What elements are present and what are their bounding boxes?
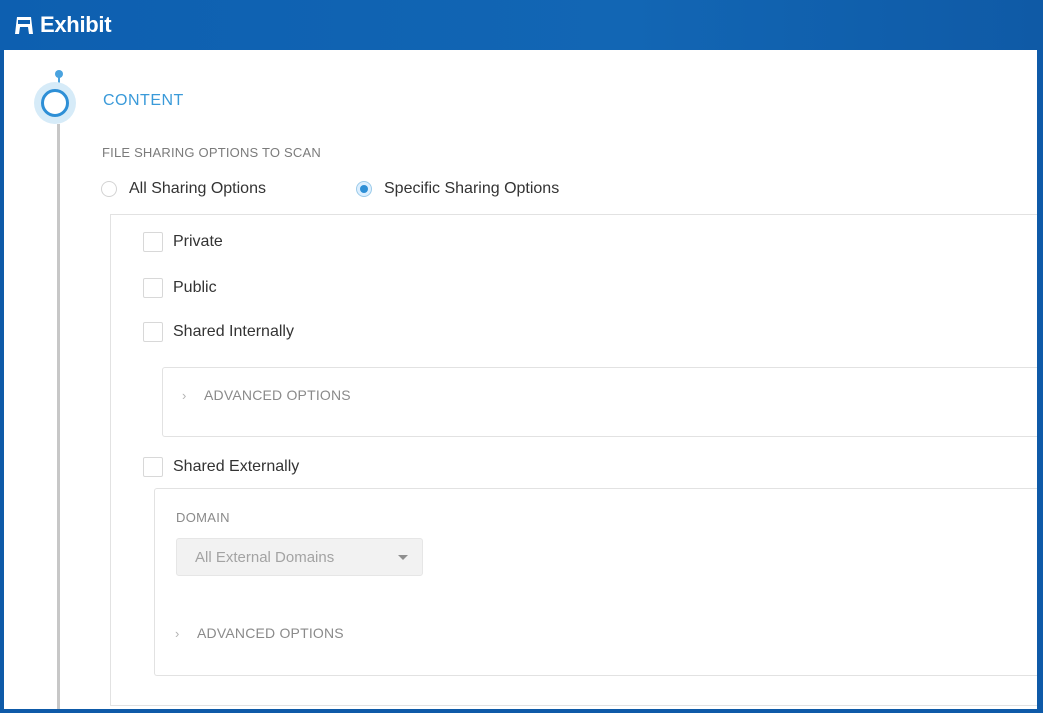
external-options-box bbox=[154, 488, 1037, 676]
section-title: CONTENT bbox=[103, 92, 184, 109]
title-bar: Exhibit bbox=[0, 0, 1043, 50]
app-title: Exhibit bbox=[40, 12, 112, 37]
domain-label: DOMAIN bbox=[176, 510, 230, 525]
advanced-options-label: ADVANCED OPTIONS bbox=[204, 387, 351, 403]
checkbox[interactable] bbox=[143, 457, 163, 477]
checkbox[interactable] bbox=[143, 232, 163, 252]
checkbox-label: Private bbox=[173, 233, 223, 250]
checkbox[interactable] bbox=[143, 278, 163, 298]
advanced-options-label: ADVANCED OPTIONS bbox=[197, 625, 344, 641]
radio-label: Specific Sharing Options bbox=[384, 180, 560, 197]
content-panel: CONTENT FILE SHARING OPTIONS TO SCAN All… bbox=[4, 50, 1037, 709]
external-advanced-options-toggle[interactable]: › ADVANCED OPTIONS bbox=[175, 625, 344, 641]
checkbox-public[interactable]: Public bbox=[143, 278, 217, 298]
radio-button[interactable] bbox=[101, 181, 117, 197]
internal-advanced-options-toggle[interactable]: › ADVANCED OPTIONS bbox=[182, 387, 351, 403]
domain-select[interactable]: All External Domains bbox=[176, 538, 423, 576]
checkbox-private[interactable]: Private bbox=[143, 232, 223, 252]
timeline-line bbox=[57, 124, 60, 709]
checkbox-label: Public bbox=[173, 279, 217, 296]
checkbox-shared-internally[interactable]: Shared Internally bbox=[143, 322, 294, 342]
chevron-right-icon: › bbox=[175, 625, 180, 641]
radio-label: All Sharing Options bbox=[129, 180, 266, 197]
chevron-right-icon: › bbox=[182, 387, 187, 403]
checkbox[interactable] bbox=[143, 322, 163, 342]
checkbox-label: Shared Internally bbox=[173, 323, 294, 340]
file-sharing-label: FILE SHARING OPTIONS TO SCAN bbox=[102, 145, 321, 160]
radio-specific-sharing-options[interactable]: Specific Sharing Options bbox=[356, 180, 559, 198]
checkbox-shared-externally[interactable]: Shared Externally bbox=[143, 457, 299, 477]
exhibit-logo-icon bbox=[15, 17, 33, 34]
timeline-step-icon bbox=[34, 82, 76, 124]
caret-down-icon bbox=[398, 554, 408, 560]
radio-all-sharing-options[interactable]: All Sharing Options bbox=[101, 180, 266, 198]
checkbox-label: Shared Externally bbox=[173, 458, 300, 475]
domain-select-value: All External Domains bbox=[195, 548, 335, 566]
radio-button-selected[interactable] bbox=[356, 181, 372, 197]
